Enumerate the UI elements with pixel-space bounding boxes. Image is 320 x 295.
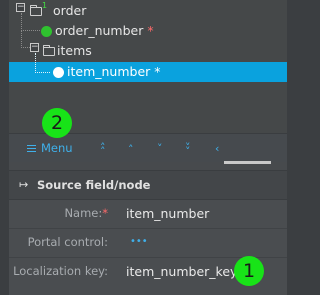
tree-connector [21,30,30,48]
required-marker: * [154,64,161,79]
tree-node-label: order_number [55,23,144,38]
name-value[interactable]: item_number [126,206,209,221]
property-label: Localization key: [13,264,108,278]
property-label: Name:* [64,206,108,220]
collapse-toggle-icon[interactable]: − [30,43,39,52]
tree-node-order-number[interactable]: order_number * [55,21,154,41]
tree-toolbar: Menu ˄ ˄ ˄ ˅ ˅ ˅ ‹ [9,133,287,162]
required-marker: * [102,206,108,220]
tree-connector [35,53,50,73]
green-dot-icon [41,26,52,37]
tree-node-label: item_number [67,64,151,79]
white-dot-icon [53,67,64,78]
required-marker: * [147,23,154,38]
tree-node-items[interactable]: items [57,41,92,61]
property-row-portal-control: Portal control: ••• [9,229,287,258]
tree-connector [21,13,40,31]
properties-header: ↦ Source field/node [9,171,287,200]
callout-badge-1: 1 [234,256,264,286]
horizontal-scrollbar[interactable] [224,161,271,164]
localization-key-value[interactable]: item_number_key [126,264,237,279]
double-chevron-down-icon-lower: ˅ [185,145,191,158]
collapse-toggle-icon[interactable]: − [16,3,25,12]
callout-badge-2: 2 [42,108,72,138]
menu-button[interactable]: Menu [27,140,73,156]
double-chevron-up-icon-lower: ˄ [100,145,106,158]
chevron-up-icon[interactable]: ˄ [128,142,134,158]
more-options-icon[interactable]: ••• [130,236,148,247]
tree-node-order[interactable]: order [53,1,86,21]
tree-node-item-number[interactable]: item_number * [67,62,161,82]
sign-in-icon: ↦ [19,178,29,191]
hamburger-icon [27,143,36,154]
chevron-left-icon[interactable]: ‹ [215,141,219,157]
property-label: Portal control: [27,235,108,249]
chevron-down-icon[interactable]: ˅ [157,141,163,157]
tree-node-superscript: 1 [42,1,48,10]
properties-title: Source field/node [37,178,151,192]
property-row-name: Name:* item_number [9,200,287,229]
menu-label: Menu [41,141,73,155]
